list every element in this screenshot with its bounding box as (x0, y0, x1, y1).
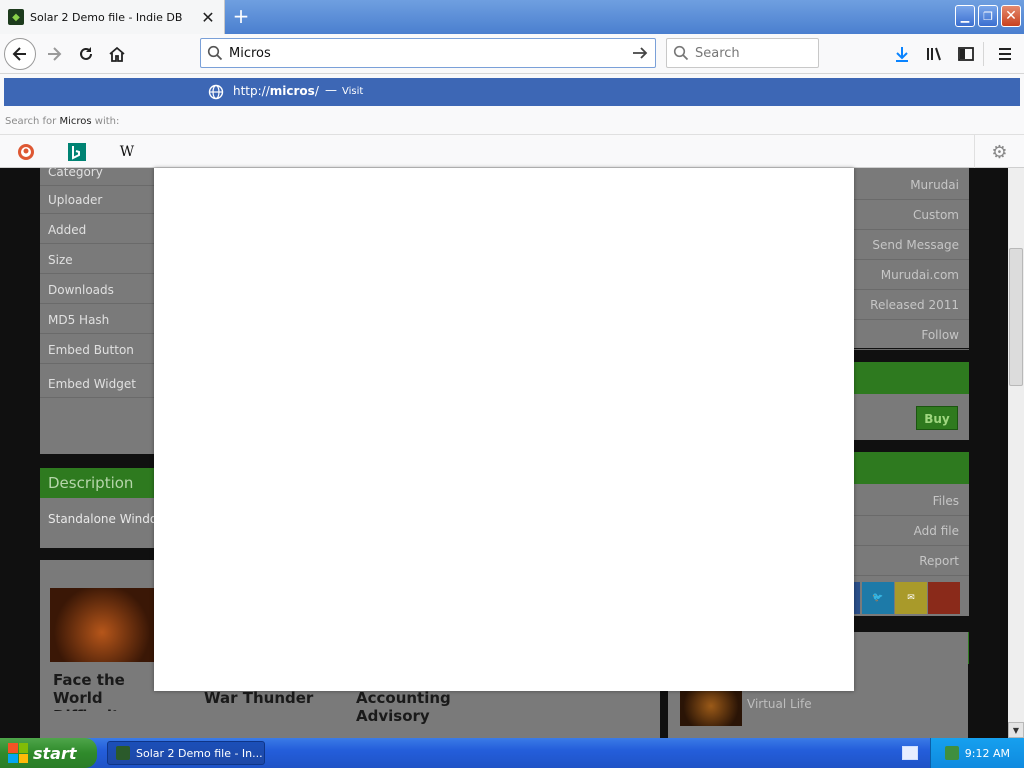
detail-label: Embed Button (40, 336, 166, 364)
close-tab-icon[interactable]: ✕ (198, 7, 218, 27)
profile-panel: Murudai Custom Send Message Murudai.com … (854, 168, 969, 350)
card-title[interactable]: Accounting Advisory (356, 689, 466, 725)
share-link[interactable]: Add file (854, 516, 969, 546)
restore-window-button[interactable]: ❐ (978, 5, 998, 27)
back-arrow-icon[interactable] (4, 38, 36, 70)
profile-item[interactable]: Murudai (854, 170, 969, 200)
browser-titlebar: ◆ Solar 2 Demo file - Indie DB ✕ + ▁ ❐ ✕ (0, 0, 1024, 34)
url-input[interactable] (229, 45, 625, 61)
globe-icon (208, 84, 224, 100)
buy-button[interactable]: Buy (916, 406, 958, 430)
facebook-icon[interactable] (854, 582, 860, 614)
one-off-search-engines: W ⚙ (0, 134, 1024, 169)
url-host: micros (269, 84, 315, 98)
url-bar[interactable] (200, 38, 656, 68)
twitter-icon[interactable]: 🐦 (862, 582, 894, 614)
minimize-window-button[interactable]: ▁ (955, 5, 975, 27)
detail-label: Category (40, 168, 166, 186)
card-title[interactable]: War Thunder (204, 689, 313, 707)
vertical-scrollbar[interactable]: ▼ (1008, 168, 1024, 738)
duckduckgo-icon[interactable] (16, 142, 36, 162)
description-text: Standalone Windows (40, 498, 166, 548)
wikipedia-icon[interactable]: W (117, 142, 137, 162)
suggestion-visit-label: Visit (342, 86, 364, 97)
profile-item[interactable]: Custom (854, 200, 969, 230)
search-icon (667, 45, 695, 61)
search-input[interactable] (695, 45, 818, 61)
active-tab[interactable]: ◆ Solar 2 Demo file - Indie DB ✕ (0, 0, 225, 34)
network-icon[interactable] (945, 746, 959, 760)
suggestion-dash: — (325, 83, 337, 97)
virtual-life-label[interactable]: Virtual Life (747, 697, 812, 711)
email-icon[interactable]: ✉ (895, 582, 927, 614)
new-tab-icon[interactable]: + (230, 5, 252, 27)
profile-item[interactable]: Send Message (854, 230, 969, 260)
detail-label: Embed Widget (40, 370, 166, 398)
go-arrow-icon[interactable] (625, 44, 655, 62)
system-tray: 9:12 AM (930, 738, 1024, 768)
clock[interactable]: 9:12 AM (965, 747, 1010, 760)
reddit-icon[interactable] (928, 582, 960, 614)
profile-item[interactable]: Follow (854, 320, 969, 350)
description-heading: Description (40, 468, 166, 498)
taskbar-window-title: Solar 2 Demo file - In... (136, 746, 263, 760)
search-for-text: Search for (5, 116, 60, 127)
scroll-down-arrow-icon[interactable]: ▼ (1008, 722, 1024, 738)
navigation-toolbar (0, 34, 1024, 74)
start-label: start (33, 743, 77, 763)
close-window-button[interactable]: ✕ (1001, 5, 1021, 27)
detail-label: Size (40, 246, 166, 274)
url-suggestion-row[interactable]: http://micros/ — Visit (4, 78, 1020, 106)
search-term: Micros (59, 116, 92, 127)
detail-label: Added (40, 216, 166, 244)
sidebar-icon[interactable] (954, 42, 978, 66)
toolbar-separator (983, 42, 984, 66)
share-link[interactable]: Files (854, 486, 969, 516)
app-icon (116, 746, 130, 760)
url-suffix: / (314, 84, 319, 98)
detail-label: Downloads (40, 276, 166, 304)
blank-modal-overlay (154, 168, 854, 691)
scrollbar-thumb[interactable] (1009, 248, 1023, 386)
keyboard-icon[interactable] (902, 746, 918, 760)
url-prefix: http:// (233, 84, 270, 98)
url-autocomplete-popup: http://micros/ — Visit Search for Micros… (0, 74, 1024, 169)
file-details-panel: Category Uploader Added Size Downloads M… (40, 168, 166, 454)
detail-label: MD5 Hash (40, 306, 166, 334)
profile-item[interactable]: Released 2011 (854, 290, 969, 320)
buy-section-header (854, 362, 969, 394)
share-link[interactable]: Report (854, 546, 969, 576)
home-icon[interactable] (101, 38, 133, 70)
card-thumbnail[interactable] (50, 588, 154, 662)
profile-item[interactable]: Murudai.com (854, 260, 969, 290)
detail-label: Uploader (40, 186, 166, 214)
windows-taskbar: start Solar 2 Demo file - In... 9:12 AM (0, 738, 1024, 768)
indiedb-favicon-icon: ◆ (8, 9, 24, 25)
taskbar-window-button[interactable]: Solar 2 Demo file - In... (107, 741, 265, 765)
card-title[interactable]: Face the World Difficulty (53, 671, 157, 711)
reload-icon[interactable] (70, 38, 102, 70)
forward-arrow-icon[interactable] (38, 38, 70, 70)
search-icon (201, 45, 229, 61)
download-icon[interactable] (890, 42, 914, 66)
start-button[interactable]: start (0, 738, 97, 768)
tab-title: Solar 2 Demo file - Indie DB (30, 10, 183, 24)
bing-icon[interactable] (67, 142, 87, 162)
windows-flag-icon (8, 743, 28, 763)
search-with-text: with: (91, 116, 120, 127)
search-settings-gear-icon[interactable]: ⚙ (974, 135, 1024, 169)
library-icon[interactable] (922, 42, 946, 66)
search-bar[interactable] (666, 38, 819, 68)
search-with-label: Search for Micros with: (5, 116, 119, 127)
suggestion-url: http://micros/ (233, 84, 319, 98)
hamburger-menu-icon[interactable] (993, 42, 1017, 66)
virtual-life-thumbnail[interactable] (680, 686, 742, 726)
share-section-header (854, 452, 969, 484)
